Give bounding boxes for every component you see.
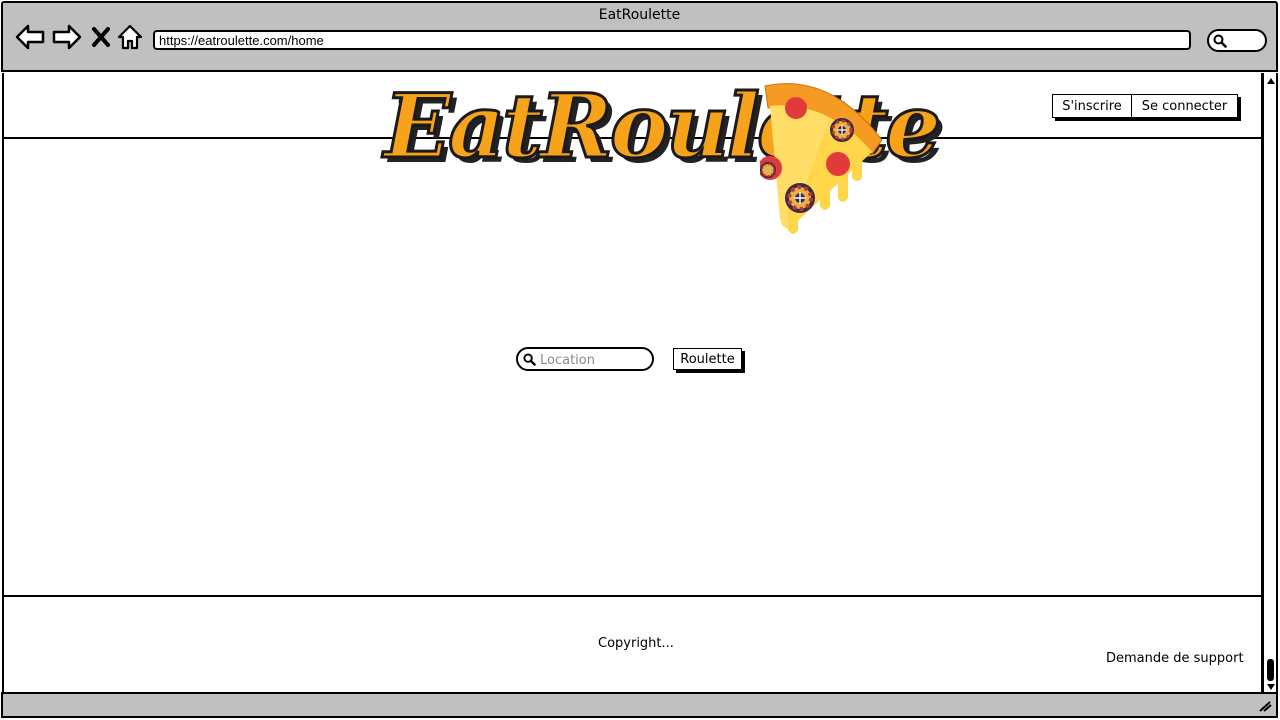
site-logo[interactable]: EatRoulette	[380, 75, 943, 241]
window-title: EatRoulette	[598, 7, 681, 23]
forward-arrow-icon[interactable]	[51, 22, 83, 52]
status-bar	[1, 692, 1278, 718]
pizza-roulette-icon	[760, 83, 883, 234]
copyright-text: Copyright...	[598, 636, 674, 651]
roulette-button[interactable]: Roulette	[673, 348, 742, 370]
login-button[interactable]: Se connecter	[1132, 94, 1238, 118]
auth-buttons: S'inscrire Se connecter	[1052, 94, 1238, 118]
back-arrow-icon[interactable]	[14, 22, 46, 52]
location-search-field[interactable]	[516, 347, 654, 371]
scroll-up-arrow-icon[interactable]	[1266, 76, 1276, 86]
home-icon[interactable]	[116, 22, 144, 52]
location-input[interactable]	[538, 350, 652, 370]
browser-search-field[interactable]	[1207, 29, 1267, 52]
support-link[interactable]: Demande de support	[1106, 651, 1244, 666]
vertical-scrollbar[interactable]	[1263, 73, 1278, 692]
signup-button[interactable]: S'inscrire	[1052, 94, 1132, 118]
scroll-thumb[interactable]	[1267, 659, 1274, 681]
close-icon[interactable]	[89, 22, 113, 52]
search-icon	[523, 353, 536, 366]
browser-window: EatRoulette EatRoulette	[0, 0, 1280, 720]
scroll-down-arrow-icon[interactable]	[1266, 682, 1276, 692]
resize-grip-icon[interactable]	[1258, 700, 1272, 712]
search-icon	[1213, 34, 1227, 48]
address-bar[interactable]	[153, 30, 1191, 50]
